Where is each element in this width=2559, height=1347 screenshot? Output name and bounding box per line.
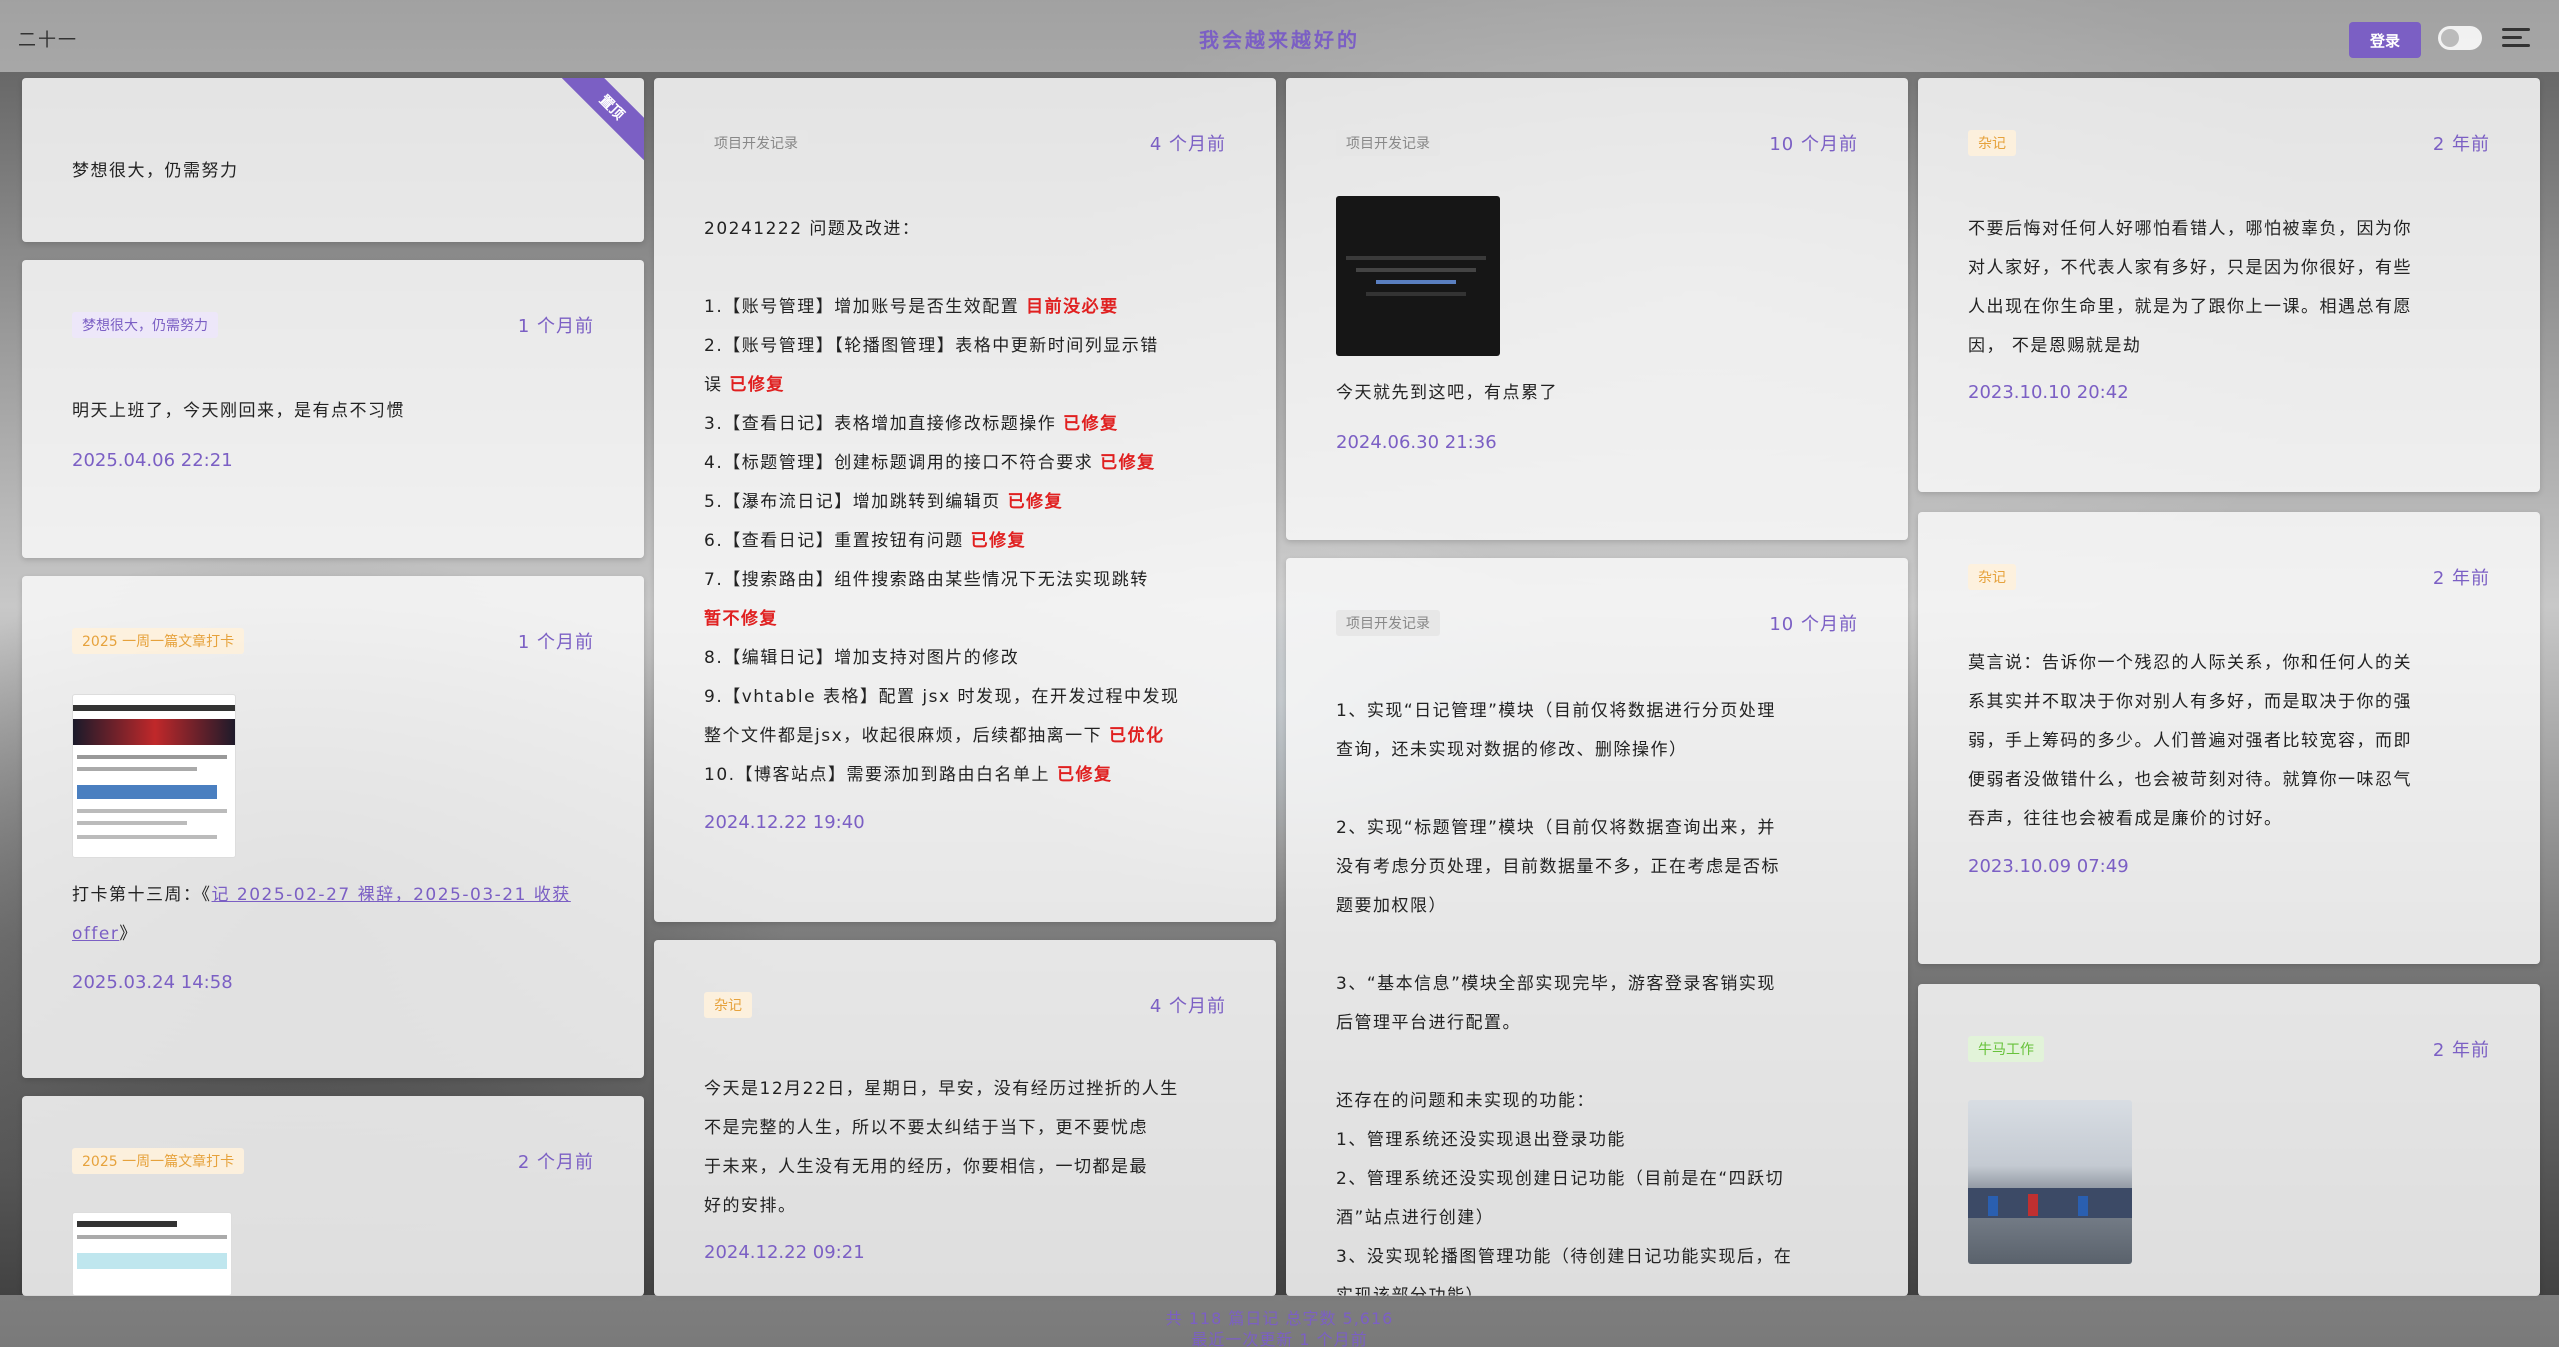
menu-bar (2502, 36, 2522, 39)
card-text: 今天就先到这吧，有点累了 (1336, 383, 1558, 403)
card-tag[interactable]: 项目开发记录 (704, 130, 808, 156)
list-item: 10.【博客站点】需要添加到路由白名单上 已修复 (704, 765, 1113, 785)
card-time-ago: 4 个月前 (1149, 134, 1226, 155)
menu-bar (2502, 28, 2530, 31)
diary-card[interactable]: 2025 一周一篇文章打卡 2 个月前 (22, 1096, 644, 1296)
card-date: 2024.12.22 09:21 (704, 1242, 865, 1263)
menu-icon[interactable] (2502, 26, 2530, 50)
card-date: 2023.10.10 20:42 (1968, 382, 2129, 403)
card-time-ago: 10 个月前 (1769, 134, 1858, 155)
card-tag[interactable]: 项目开发记录 (1336, 130, 1440, 156)
card-time-ago: 2 年前 (2432, 134, 2490, 155)
card-tag[interactable]: 2025 一周一篇文章打卡 (72, 628, 245, 654)
card-thumbnail-image[interactable] (1968, 1100, 2132, 1264)
top-bar: 二十一 我会越来越好的 登录 (0, 0, 2559, 72)
diary-card[interactable]: 2025 一周一篇文章打卡 1 个月前 打卡第十三周：《记 2025-02-27… (22, 576, 644, 1078)
card-date: 2024.06.30 21:36 (1336, 432, 1497, 453)
list-item: 5.【瀑布流日记】增加跳转到编辑页 已修复 (704, 492, 1064, 512)
diary-card-pinned[interactable]: 置顶 梦想很大，仍需努力 (22, 78, 644, 242)
card-thumbnail-image[interactable] (72, 1212, 232, 1296)
diary-card[interactable]: 牛马工作 2 年前 (1918, 984, 2540, 1296)
card-tag[interactable]: 杂记 (704, 992, 752, 1018)
card-time-ago: 10 个月前 (1769, 614, 1858, 635)
card-text: 1、实现“日记管理”模块（目前仅将数据进行分页处理 查询，还未实现对数据的修改、… (1336, 701, 1793, 1296)
card-date: 2025.04.06 22:21 (72, 450, 233, 471)
card-text: 莫言说：告诉你一个残忍的人际关系，你和任何人的关 系其实并不取决于你对别人有多好… (1968, 653, 2412, 829)
card-text: 今天是12月22日，星期日，早安，没有经历过挫折的人生 不是完整的人生，所以不要… (704, 1079, 1179, 1216)
text-suffix: 》 (119, 924, 138, 944)
card-tag[interactable]: 杂记 (1968, 564, 2016, 590)
card-time-ago: 2 年前 (2432, 568, 2490, 589)
card-time-ago: 2 个月前 (517, 1152, 594, 1173)
card-thumbnail-image[interactable] (1336, 196, 1500, 356)
card-text: 梦想很大，仍需努力 (72, 161, 239, 181)
diary-card[interactable]: 项目开发记录 10 个月前 今天就先到这吧，有点累了 2024.06.30 21… (1286, 78, 1908, 540)
article-link[interactable]: 记 2025-02-27 裸辞，2025-03-21 收获 (212, 885, 571, 905)
card-tag[interactable]: 项目开发记录 (1336, 610, 1440, 636)
card-tag[interactable]: 牛马工作 (1968, 1036, 2044, 1062)
list-item: 6.【查看日记】重置按钮有问题 已修复 (704, 531, 1027, 551)
card-time-ago: 4 个月前 (1149, 996, 1226, 1017)
diary-card[interactable]: 杂记 2 年前 莫言说：告诉你一个残忍的人际关系，你和任何人的关 系其实并不取决… (1918, 512, 2540, 964)
list-item: 7.【搜索路由】组件搜索路由某些情况下无法实现跳转 暂不修复 (704, 570, 1149, 629)
card-time-ago: 1 个月前 (517, 316, 594, 337)
diary-card[interactable]: 杂记 4 个月前 今天是12月22日，星期日，早安，没有经历过挫折的人生 不是完… (654, 940, 1276, 1296)
card-time-ago: 1 个月前 (517, 632, 594, 653)
login-button[interactable]: 登录 (2349, 22, 2421, 58)
card-text: 不要后悔对任何人好哪怕看错人，哪怕被辜负，因为你 对人家好，不代表人家有多好，只… (1968, 219, 2412, 356)
article-link-continued[interactable]: offer (72, 924, 119, 944)
list-item: 1.【账号管理】增加账号是否生效配置 目前没必要 (704, 297, 1119, 317)
card-thumbnail-image[interactable] (72, 694, 236, 858)
diary-card[interactable]: 梦想很大，仍需努力 1 个月前 明天上班了，今天刚回来，是有点不习惯 2025.… (22, 260, 644, 558)
list-item: 2.【账号管理】【轮播图管理】表格中更新时间列显示错误 已修复 (704, 336, 1159, 395)
card-date: 2023.10.09 07:49 (1968, 856, 2129, 877)
card-tag[interactable]: 杂记 (1968, 130, 2016, 156)
list-item: 4.【标题管理】创建标题调用的接口不符合要求 已修复 (704, 453, 1156, 473)
card-text: 明天上班了，今天刚回来，是有点不习惯 (72, 401, 405, 421)
card-tag[interactable]: 梦想很大，仍需努力 (72, 312, 218, 338)
card-date: 2024.12.22 19:40 (704, 812, 865, 833)
list-item: 8.【编辑日记】增加支持对图片的修改 (704, 648, 1020, 668)
card-text: 20241222 问题及改进： 1.【账号管理】增加账号是否生效配置 目前没必要… (704, 210, 1244, 795)
footer-last-updated: 最近一次更新 1 个月前 (1191, 1330, 1368, 1347)
diary-card[interactable]: 项目开发记录 4 个月前 20241222 问题及改进： 1.【账号管理】增加账… (654, 78, 1276, 922)
card-heading: 20241222 问题及改进： (704, 219, 921, 239)
site-title[interactable]: 我会越来越好的 (0, 24, 2559, 53)
list-item: 3.【查看日记】表格增加直接修改标题操作 已修复 (704, 414, 1119, 434)
menu-bar (2502, 44, 2530, 47)
diary-card[interactable]: 杂记 2 年前 不要后悔对任何人好哪怕看错人，哪怕被辜负，因为你 对人家好，不代… (1918, 78, 2540, 492)
card-time-ago: 2 年前 (2432, 1040, 2490, 1061)
card-tag[interactable]: 2025 一周一篇文章打卡 (72, 1148, 245, 1174)
text-prefix: 打卡第十三周：《 (72, 885, 212, 905)
list-item: 9.【vhtable 表格】配置 jsx 时发现，在开发过程中发现 整个文件都是j… (704, 687, 1180, 746)
pinned-ribbon: 置顶 (551, 78, 644, 168)
diary-card[interactable]: 项目开发记录 10 个月前 1、实现“日记管理”模块（目前仅将数据进行分页处理 … (1286, 558, 1908, 1296)
card-date: 2025.03.24 14:58 (72, 972, 233, 993)
theme-toggle-icon[interactable] (2438, 26, 2482, 50)
card-text: 打卡第十三周：《记 2025-02-27 裸辞，2025-03-21 收获 off… (72, 876, 612, 954)
